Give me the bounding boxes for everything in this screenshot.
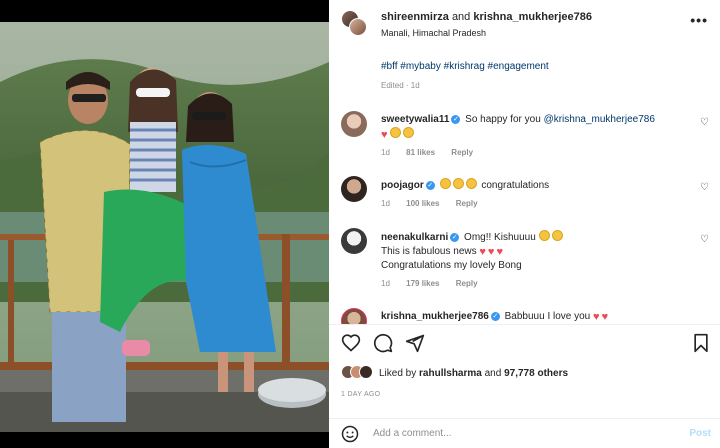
comment-text: Omg!! Kishuuuu <box>464 232 536 243</box>
liker-avatars[interactable] <box>341 365 375 381</box>
share-icon[interactable] <box>405 333 425 353</box>
hugging-face-emoji-icon <box>402 127 414 138</box>
party-face-emoji-icon <box>452 178 464 189</box>
avatar[interactable] <box>341 176 367 202</box>
post-location[interactable]: Manali, Himachal Pradesh <box>381 28 486 38</box>
post-side-panel: shireenmirza and krishna_mukherjee786 Ma… <box>329 0 720 448</box>
post-image <box>0 22 329 432</box>
comment-body: krishna_mukherjee786 ✓ Babbuuu I love you… <box>381 310 681 324</box>
divider <box>329 324 720 325</box>
comment-item: sweetywalia11 ✓ So happy for you @krishna… <box>341 111 711 161</box>
comment-meta: 1d 81 likes Reply <box>381 146 681 160</box>
bookmark-icon[interactable] <box>691 333 711 353</box>
post-header: shireenmirza and krishna_mukherjee786 Ma… <box>329 0 720 42</box>
caption-hashtags[interactable]: #bff #mybaby #krishrag #engagement <box>381 61 549 72</box>
heart-icon[interactable]: ♡ <box>700 234 709 245</box>
verified-icon: ✓ <box>490 312 500 321</box>
reply-button[interactable]: Reply <box>456 199 478 208</box>
avatar <box>359 365 373 379</box>
comment-item: neenakulkarni ✓ Omg!! Kishuuuu This is fa… <box>341 228 711 294</box>
add-comment-input[interactable] <box>373 428 663 439</box>
likes-text: Liked by rahullsharma and 97,778 others <box>379 368 568 379</box>
comment-item: poojagor ✓ congratulations 1d 100 likes R… <box>341 176 711 212</box>
divider <box>329 418 720 419</box>
post-timestamp[interactable]: 1 DAY AGO <box>341 391 380 398</box>
comment-text-line-3: Congratulations my lovely Bong <box>381 260 522 271</box>
heart-icon[interactable]: ♡ <box>700 117 709 128</box>
verified-icon: ✓ <box>450 233 460 242</box>
likes-summary: Liked by rahullsharma and 97,778 others <box>341 365 711 381</box>
heart-icon[interactable] <box>341 333 361 353</box>
post-comment-button[interactable]: Post <box>689 428 711 439</box>
comment-time: 1d <box>381 148 390 157</box>
post-photo[interactable] <box>0 22 329 432</box>
comment-text-line-2: This is fabulous news <box>381 246 477 257</box>
comment-time: 1d <box>381 279 390 288</box>
comment-username[interactable]: sweetywalia11 <box>381 114 449 125</box>
more-icon[interactable]: ••• <box>690 12 708 28</box>
comment-text: congratulations <box>481 180 550 191</box>
verified-icon: ✓ <box>451 115 461 124</box>
red-heart-emoji-icon: ♥ <box>601 311 609 323</box>
post-actions <box>341 333 711 353</box>
comment-username[interactable]: poojagor <box>381 180 424 191</box>
likes-prefix: Liked by <box>379 368 417 379</box>
liker-username[interactable]: rahullsharma <box>419 368 482 379</box>
post-authors: shireenmirza and krishna_mukherjee786 <box>381 11 592 23</box>
avatar[interactable] <box>341 308 367 324</box>
comment-likes[interactable]: 179 likes <box>406 279 439 288</box>
comment-username[interactable]: neenakulkarni <box>381 232 448 243</box>
comment-meta: 1d 179 likes Reply <box>381 277 681 291</box>
red-heart-emoji-icon: ♥ <box>487 246 495 258</box>
red-heart-emoji-icon: ♥ <box>381 129 388 141</box>
comment-text: Babbuuu I love you <box>504 311 591 322</box>
author-username-1[interactable]: shireenmirza <box>381 11 449 23</box>
comment-body: poojagor ✓ congratulations 1d 100 likes R… <box>381 178 681 211</box>
comment-username[interactable]: krishna_mukherjee786 <box>381 311 489 322</box>
caption-edited-time: Edited · 1d <box>381 81 420 90</box>
reply-button[interactable]: Reply <box>456 279 478 288</box>
comment-mention[interactable]: @krishna_mukherjee786 <box>544 114 655 125</box>
verified-icon: ✓ <box>425 181 435 190</box>
reply-button[interactable]: Reply <box>451 148 473 157</box>
smiling-face-emoji-icon <box>538 230 550 241</box>
red-heart-emoji-icon: ♥ <box>479 246 486 258</box>
heart-icon[interactable]: ♡ <box>700 182 709 193</box>
author-username-2[interactable]: krishna_mukherjee786 <box>473 11 592 23</box>
likes-count[interactable]: 97,778 others <box>504 368 568 379</box>
party-face-emoji-icon <box>465 178 477 189</box>
comment-body: sweetywalia11 ✓ So happy for you @krishna… <box>381 113 681 160</box>
red-heart-emoji-icon: ♥ <box>593 311 600 323</box>
add-comment-bar: Post <box>341 424 711 444</box>
party-face-emoji-icon <box>439 178 451 189</box>
red-heart-emoji-icon: ♥ <box>496 246 503 258</box>
comment-item: krishna_mukherjee786 ✓ Babbuuu I love you… <box>341 306 711 324</box>
smiling-face-emoji-icon <box>551 230 563 241</box>
avatar[interactable] <box>341 228 367 254</box>
authors-conjunction: and <box>451 11 471 23</box>
comment-likes[interactable]: 100 likes <box>406 199 439 208</box>
comment-body: neenakulkarni ✓ Omg!! Kishuuuu This is fa… <box>381 230 681 291</box>
comment-meta: 1d 100 likes Reply <box>381 197 681 211</box>
comment-likes[interactable]: 81 likes <box>406 148 435 157</box>
smile-icon[interactable] <box>341 425 359 443</box>
comment-time: 1d <box>381 199 390 208</box>
likes-conjunction: and <box>484 368 502 379</box>
instagram-post-view: shireenmirza and krishna_mukherjee786 Ma… <box>0 0 720 448</box>
comment-text: So happy for you <box>465 114 544 125</box>
hugging-face-emoji-icon <box>389 127 401 138</box>
avatar[interactable] <box>349 18 367 36</box>
avatar[interactable] <box>341 111 367 137</box>
comment-icon[interactable] <box>373 333 393 353</box>
collab-avatars[interactable] <box>341 10 367 36</box>
